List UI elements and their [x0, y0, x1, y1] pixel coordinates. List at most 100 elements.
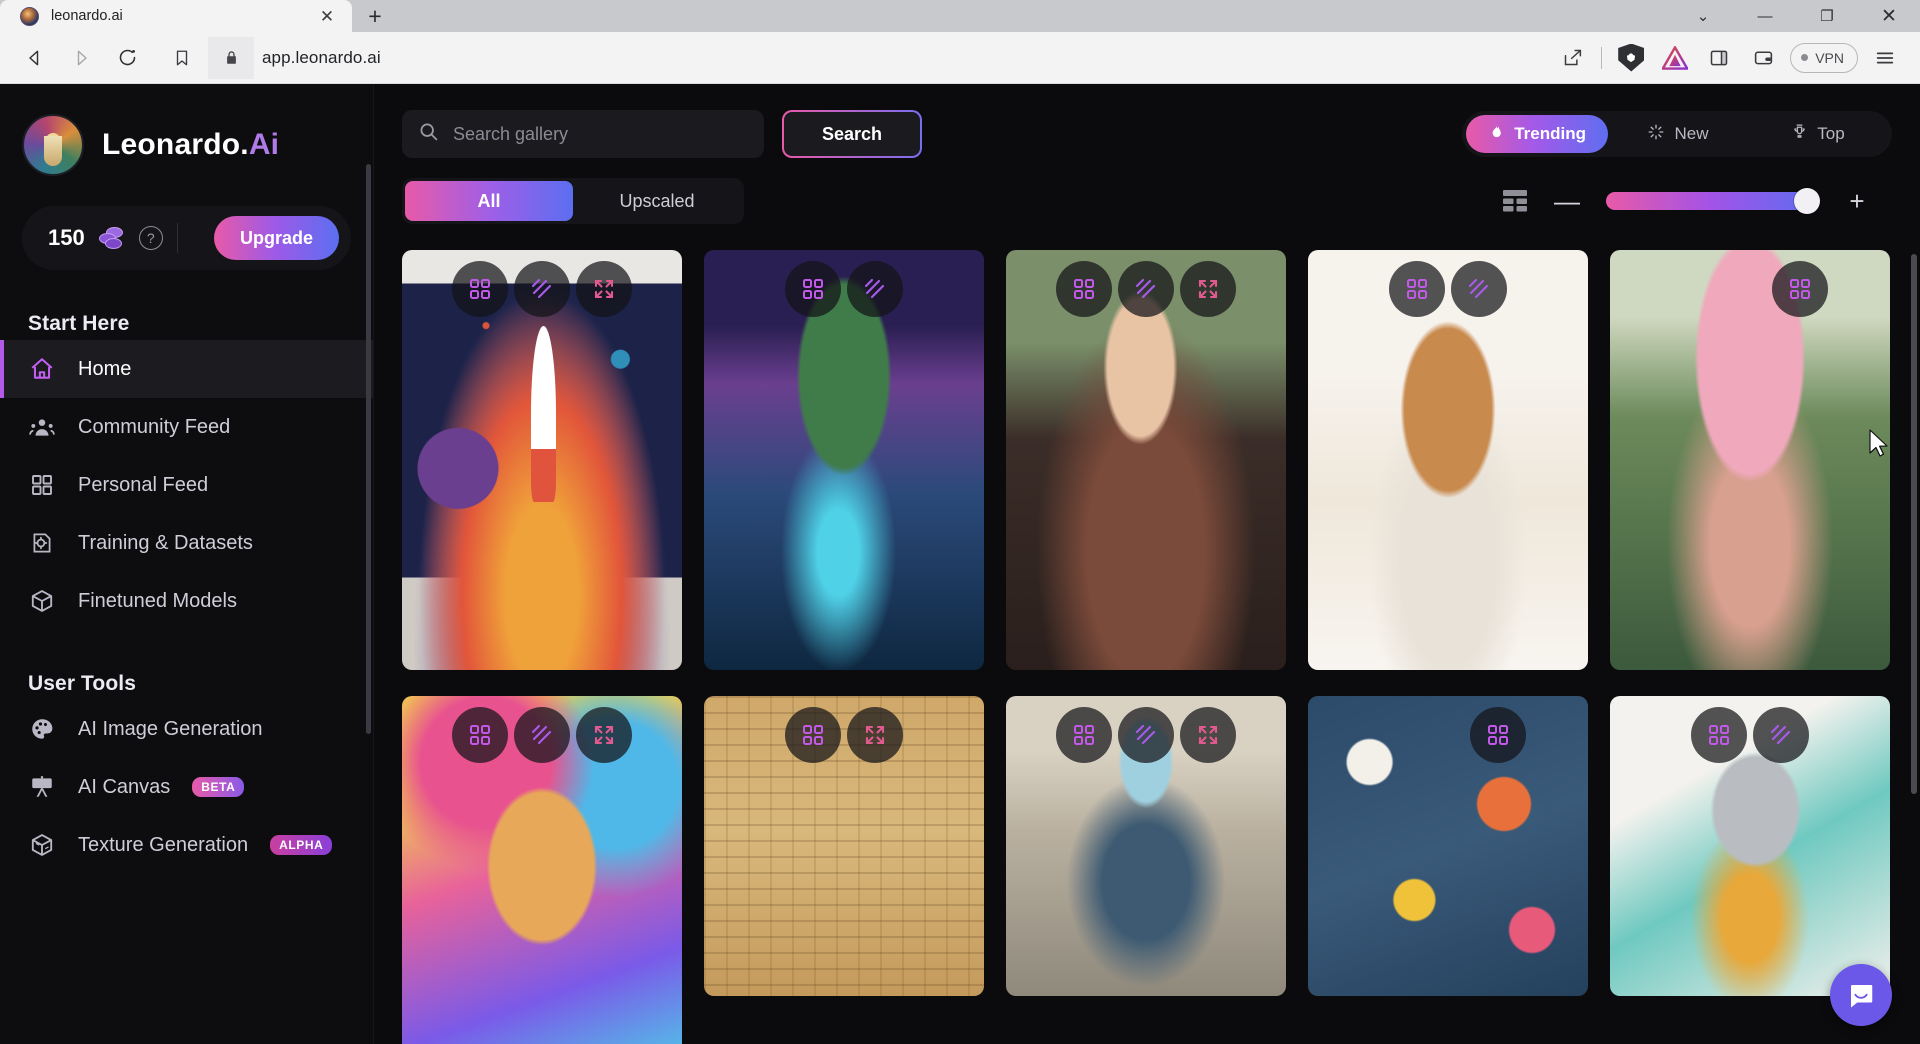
- brand-header[interactable]: Leonardo.Ai: [0, 106, 373, 176]
- brave-rewards-triangle-icon[interactable]: [1654, 37, 1696, 79]
- expand-icon[interactable]: [576, 707, 632, 763]
- gallery-card-floral-pattern[interactable]: [1308, 696, 1588, 996]
- upscale-icon[interactable]: [452, 261, 508, 317]
- upscale-icon[interactable]: [1056, 707, 1112, 763]
- lock-icon[interactable]: [208, 36, 254, 79]
- filter-option-all[interactable]: All: [405, 181, 573, 221]
- browser-tab[interactable]: leonardo.ai ✕: [0, 0, 352, 32]
- gallery-card-portrait-woman-necklace[interactable]: [1006, 250, 1286, 670]
- variations-icon[interactable]: [1118, 707, 1174, 763]
- gallery-card-cosmic-tree-waterfall[interactable]: [704, 250, 984, 670]
- url-text: app.leonardo.ai: [262, 47, 381, 67]
- upscale-icon[interactable]: [785, 261, 841, 317]
- zoom-controls: — +: [1502, 188, 1892, 214]
- sidebar-scrollbar[interactable]: [366, 164, 371, 734]
- sidebar-item-training-datasets[interactable]: Training & Datasets: [0, 514, 373, 572]
- sidebar-item-ai-canvas[interactable]: AI Canvas BETA: [0, 758, 373, 816]
- new-tab-button[interactable]: +: [352, 0, 398, 32]
- gallery-card-koala-on-bicycle[interactable]: [1610, 696, 1890, 996]
- search-input[interactable]: [453, 123, 748, 145]
- gallery-card-colorful-lion-sunglasses[interactable]: [402, 696, 682, 1044]
- sidebar-item-finetuned-models[interactable]: Finetuned Models: [0, 572, 373, 630]
- reload-icon[interactable]: [106, 37, 148, 79]
- search-button[interactable]: Search: [782, 110, 922, 158]
- credit-coins-icon: [98, 227, 125, 249]
- variations-icon[interactable]: [514, 707, 570, 763]
- maximize-button[interactable]: ❐: [1796, 0, 1858, 32]
- zoom-slider[interactable]: [1606, 188, 1820, 214]
- main-content: Search Trending New: [373, 84, 1920, 1044]
- expand-icon[interactable]: [847, 707, 903, 763]
- window-close-button[interactable]: ✕: [1858, 0, 1920, 32]
- sidebar-item-personal-feed[interactable]: Personal Feed: [0, 456, 373, 514]
- upscale-icon[interactable]: [1470, 707, 1527, 763]
- filter-segmented-control: All Upscaled: [402, 178, 744, 224]
- wallet-icon[interactable]: [1742, 37, 1784, 79]
- sidebar-item-label: Texture Generation: [78, 833, 249, 856]
- zoom-out-button[interactable]: —: [1554, 188, 1580, 214]
- sidebar-item-label: Personal Feed: [78, 473, 209, 496]
- sort-option-top[interactable]: Top: [1748, 115, 1888, 153]
- close-icon[interactable]: ✕: [316, 5, 338, 27]
- variations-icon[interactable]: [1753, 707, 1809, 763]
- upgrade-button[interactable]: Upgrade: [213, 216, 339, 260]
- address-bar[interactable]: app.leonardo.ai: [156, 36, 1543, 79]
- sidebar-item-ai-image-generation[interactable]: AI Image Generation: [0, 700, 373, 758]
- brand-name-main: Leonardo.: [102, 128, 249, 161]
- intercom-chat-icon[interactable]: [1830, 964, 1892, 1026]
- upscale-icon[interactable]: [1389, 261, 1445, 317]
- browser-toolbar-actions: VPN: [1551, 37, 1906, 79]
- expand-icon[interactable]: [576, 261, 632, 317]
- chevron-down-icon[interactable]: ⌄: [1672, 0, 1734, 32]
- expand-icon[interactable]: [1180, 707, 1236, 763]
- sidebar-item-texture-generation[interactable]: Texture Generation ALPHA: [0, 816, 373, 874]
- forward-icon: [60, 37, 102, 79]
- variations-icon[interactable]: [847, 261, 903, 317]
- card-actions: [1308, 696, 1588, 774]
- gallery-card-pink-hair-fairy-portrait[interactable]: [1610, 250, 1890, 670]
- upscale-icon[interactable]: [1772, 261, 1829, 317]
- gallery-card-rocket-launch-illustration[interactable]: [402, 250, 682, 670]
- sort-option-new[interactable]: New: [1608, 115, 1748, 153]
- upscale-icon[interactable]: [452, 707, 508, 763]
- nav-section-title-user-tools: User Tools: [28, 672, 136, 695]
- upscale-icon[interactable]: [1056, 261, 1112, 317]
- sort-option-trending[interactable]: Trending: [1466, 115, 1608, 153]
- vpn-button[interactable]: VPN: [1790, 42, 1858, 73]
- brave-shield-icon[interactable]: [1610, 37, 1652, 79]
- expand-icon[interactable]: [1180, 261, 1236, 317]
- minimize-button[interactable]: —: [1734, 0, 1796, 32]
- share-icon[interactable]: [1551, 37, 1593, 79]
- credits-divider: [176, 223, 178, 253]
- upscale-icon[interactable]: [785, 707, 841, 763]
- grid-density-icon[interactable]: [1502, 189, 1528, 213]
- bookmark-icon[interactable]: [156, 37, 208, 79]
- sidebar-item-label: Community Feed: [78, 415, 231, 438]
- flame-icon: [1488, 123, 1505, 145]
- gallery-card-egyptian-papyrus-scroll[interactable]: [704, 696, 984, 996]
- sidebar-item-home[interactable]: Home: [0, 340, 373, 398]
- sort-option-label: Top: [1817, 124, 1845, 143]
- zoom-slider-knob[interactable]: [1794, 188, 1820, 214]
- help-icon[interactable]: ?: [138, 226, 163, 250]
- gallery-card-blue-hair-warrior[interactable]: [1006, 696, 1286, 996]
- toolbar-row-search: Search Trending New: [402, 108, 1892, 160]
- hamburger-menu-icon[interactable]: [1864, 37, 1906, 79]
- filter-option-upscaled[interactable]: Upscaled: [573, 181, 741, 221]
- main-scrollbar[interactable]: [1911, 254, 1917, 794]
- variations-icon[interactable]: [514, 261, 570, 317]
- sidebar-panel-icon[interactable]: [1698, 37, 1740, 79]
- browser-toolbar: app.leonardo.ai VPN: [0, 32, 1920, 84]
- upscale-icon[interactable]: [1691, 707, 1747, 763]
- variations-icon[interactable]: [1118, 261, 1174, 317]
- beta-badge: BETA: [192, 777, 245, 797]
- sort-option-label: Trending: [1514, 124, 1586, 143]
- sidebar-item-community-feed[interactable]: Community Feed: [0, 398, 373, 456]
- back-icon[interactable]: [14, 37, 56, 79]
- gallery-card-chihuahua-watercolor[interactable]: [1308, 250, 1588, 670]
- variations-icon[interactable]: [1451, 261, 1507, 317]
- zoom-in-button[interactable]: +: [1844, 188, 1870, 214]
- search-field[interactable]: [402, 110, 764, 158]
- card-actions: [704, 696, 984, 774]
- easel-icon: [28, 773, 56, 801]
